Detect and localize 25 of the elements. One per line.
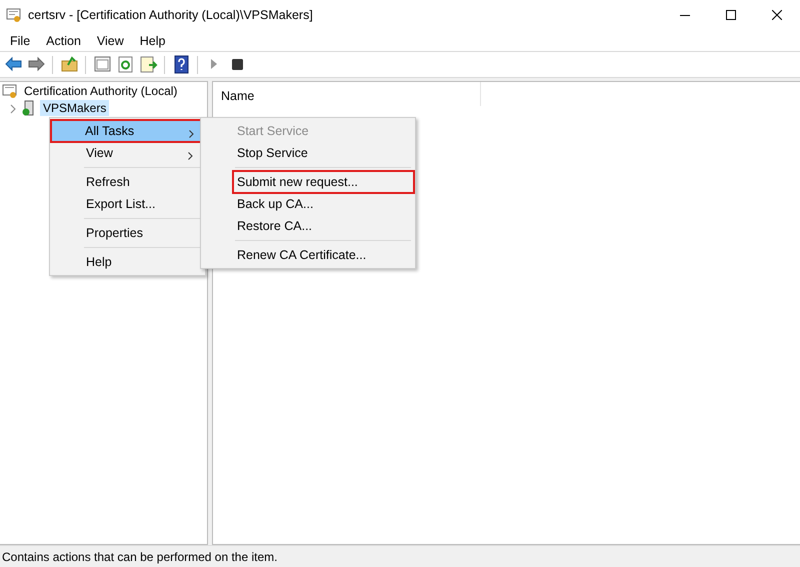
menu-item[interactable]: Stop Service — [203, 142, 413, 164]
export-list-icon[interactable] — [138, 54, 158, 74]
menu-item[interactable]: File — [4, 34, 36, 48]
window-icon[interactable] — [92, 54, 112, 74]
close-icon — [772, 10, 782, 20]
menu-item[interactable]: Back up CA... — [203, 193, 413, 215]
menu-item[interactable]: Restore CA... — [203, 215, 413, 237]
menu-item[interactable]: Export List... — [52, 193, 203, 215]
menu-item[interactable]: Renew CA Certificate... — [203, 244, 413, 266]
menu-item[interactable]: Properties — [52, 222, 203, 244]
tree-item[interactable]: Certification Authority (Local) — [21, 82, 180, 98]
maximize-icon — [726, 10, 736, 20]
menu-item[interactable]: View — [90, 34, 130, 48]
window-title: certsrv - [Certification Authority (Local)\VPSMakers] — [28, 8, 314, 22]
menu-item[interactable]: Submit new request... — [233, 171, 414, 193]
status-text: Contains actions that can be performed on the item. — [2, 550, 278, 564]
certificate-icon — [6, 7, 22, 23]
tree-item[interactable]: VPSMakers — [40, 100, 110, 116]
menu-item[interactable]: View — [52, 142, 203, 164]
folder-icon[interactable] — [59, 54, 79, 74]
menu-item[interactable]: Refresh — [52, 171, 203, 193]
menu-item[interactable]: Help — [134, 34, 172, 48]
column-header[interactable]: Name — [213, 82, 481, 106]
menu-item[interactable]: Help — [52, 251, 203, 273]
menu-item[interactable]: Action — [40, 34, 87, 48]
